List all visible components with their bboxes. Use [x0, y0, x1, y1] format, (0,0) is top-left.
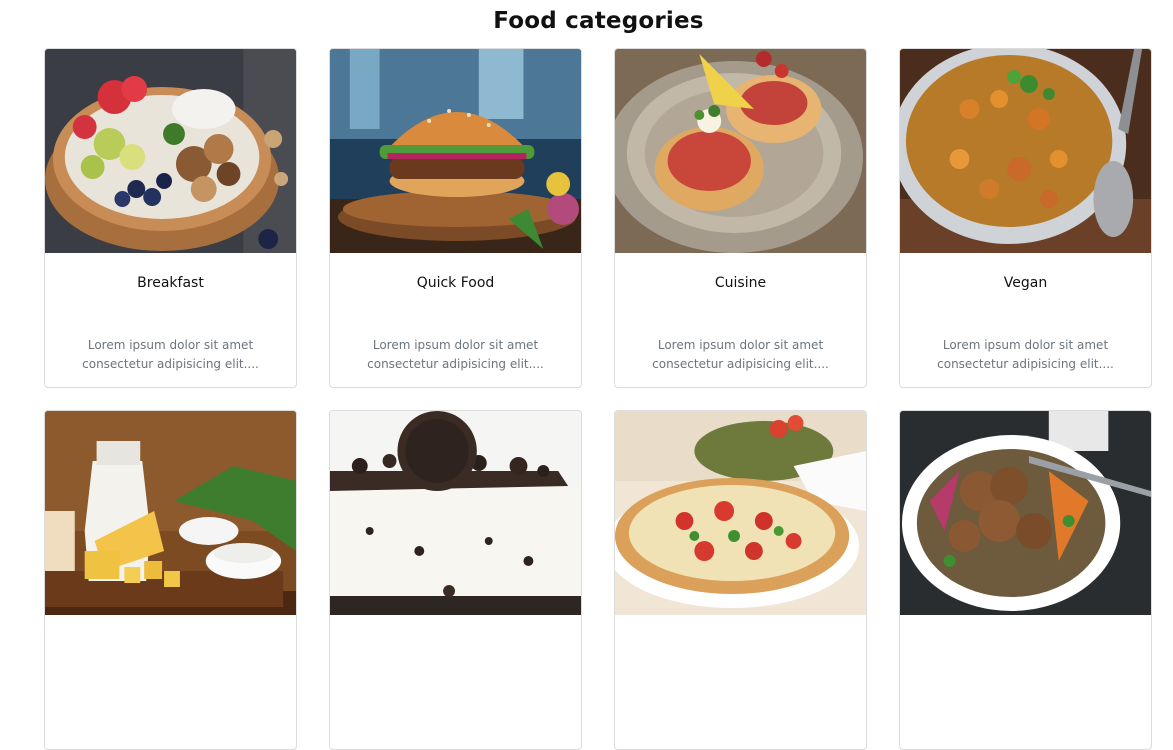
- category-grid: Breakfast Lorem ipsum dolor sit amet con…: [0, 0, 1173, 750]
- category-card-pizza[interactable]: [614, 410, 867, 750]
- cuisine-image[interactable]: [615, 49, 866, 253]
- category-card-breakfast[interactable]: Breakfast Lorem ipsum dolor sit amet con…: [44, 48, 297, 388]
- meatball-salad-image[interactable]: [900, 411, 1151, 615]
- category-card-dairy[interactable]: [44, 410, 297, 750]
- card-description: Lorem ipsum dolor sit amet consectetur a…: [367, 338, 544, 371]
- dessert-image[interactable]: [330, 411, 581, 615]
- dairy-image[interactable]: [45, 411, 296, 615]
- card-title: Cuisine: [714, 275, 767, 291]
- quick-food-image[interactable]: [330, 49, 581, 253]
- card-description: Lorem ipsum dolor sit amet consectetur a…: [652, 338, 829, 371]
- breakfast-image[interactable]: [45, 49, 296, 253]
- category-card-cuisine[interactable]: Cuisine Lorem ipsum dolor sit amet conse…: [614, 48, 867, 388]
- category-card-meatball-salad[interactable]: [899, 410, 1152, 750]
- category-card-vegan[interactable]: Vegan Lorem ipsum dolor sit amet consect…: [899, 48, 1152, 388]
- card-description: Lorem ipsum dolor sit amet consectetur a…: [937, 338, 1114, 371]
- category-card-quick-food[interactable]: Quick Food Lorem ipsum dolor sit amet co…: [329, 48, 582, 388]
- category-card-dessert[interactable]: [329, 410, 582, 750]
- card-title: Breakfast: [137, 275, 204, 291]
- vegan-image[interactable]: [900, 49, 1151, 253]
- card-description: Lorem ipsum dolor sit amet consectetur a…: [82, 338, 259, 371]
- card-title: Quick Food: [416, 275, 495, 291]
- pizza-image[interactable]: [615, 411, 866, 615]
- card-title: Vegan: [1003, 275, 1048, 291]
